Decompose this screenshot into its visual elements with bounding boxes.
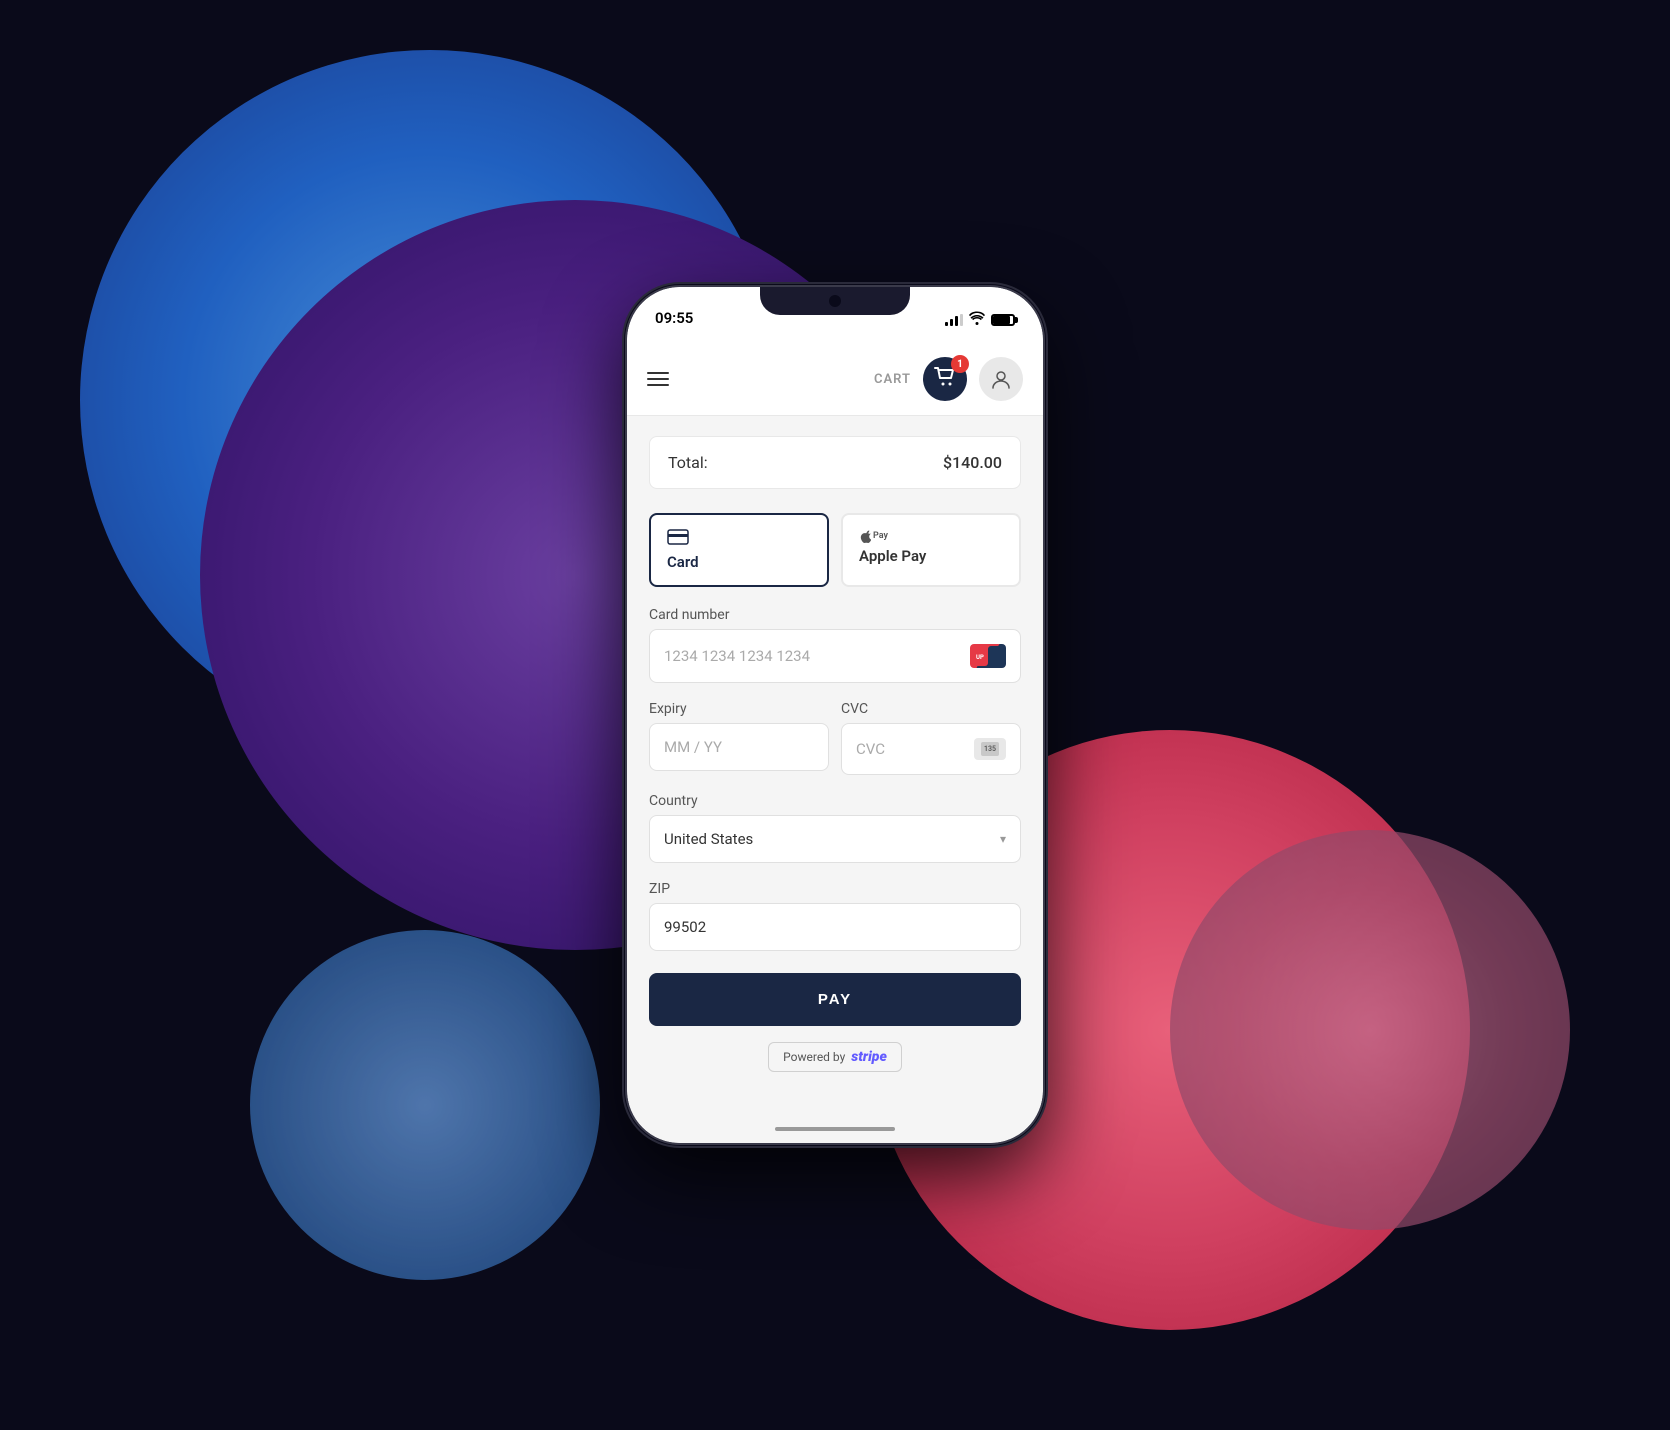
country-label: Country (649, 793, 1021, 809)
stripe-footer: Powered by stripe (649, 1042, 1021, 1072)
svg-text:UP: UP (976, 654, 984, 661)
cart-button[interactable]: 1 (923, 357, 967, 401)
cart-icon (934, 367, 956, 391)
front-camera (829, 295, 841, 307)
cart-label: CART (874, 372, 911, 387)
status-bar: 09:55 (627, 287, 1043, 347)
power-button (1043, 467, 1045, 547)
chevron-down-icon: ▾ (1000, 832, 1006, 846)
cvc-field-group: CVC CVC 135 (841, 701, 1021, 775)
card-number-label: Card number (649, 607, 1021, 623)
credit-card-icon (667, 529, 689, 549)
apple-pay-tab-label: Apple Pay (859, 547, 926, 565)
expiry-cvc-row: Expiry MM / YY CVC CVC 135 (649, 701, 1021, 793)
expiry-field-group: Expiry MM / YY (649, 701, 829, 775)
cvc-icon: 135 (974, 738, 1006, 760)
bg-blob-blue2 (250, 930, 600, 1280)
country-value: United States (664, 830, 753, 848)
status-time: 09:55 (655, 301, 693, 327)
cvc-input[interactable]: CVC 135 (841, 723, 1021, 775)
zip-label: ZIP (649, 881, 1021, 897)
wifi-icon (969, 311, 985, 329)
signal-icon (945, 314, 963, 326)
stripe-badge: Powered by stripe (768, 1042, 902, 1072)
user-account-button[interactable] (979, 357, 1023, 401)
total-row: Total: $140.00 (649, 436, 1021, 489)
battery-fill (993, 316, 1010, 324)
cart-area: CART 1 (874, 357, 1023, 401)
volume-up-button (625, 487, 627, 547)
apple-pay-logo: Pay (859, 529, 888, 543)
payment-method-tabs: Card Pay Apple Pay (649, 513, 1021, 587)
total-amount: $140.00 (943, 453, 1002, 472)
phone-screen: 09:55 (627, 287, 1043, 1143)
zip-value: 99502 (664, 918, 706, 936)
unionpay-icon: UP (970, 644, 1006, 668)
stripe-powered-label: Powered by (783, 1050, 845, 1064)
app-header: CART 1 (627, 347, 1043, 416)
bg-blob-pink2 (1170, 830, 1570, 1230)
status-icons (945, 301, 1015, 329)
card-number-input[interactable]: 1234 1234 1234 1234 UP (649, 629, 1021, 683)
card-number-field-group: Card number 1234 1234 1234 1234 UP (649, 607, 1021, 683)
country-field-group: Country United States ▾ (649, 793, 1021, 863)
home-indicator-area (627, 1119, 1043, 1143)
card-number-placeholder: 1234 1234 1234 1234 (664, 647, 810, 665)
zip-input[interactable]: 99502 (649, 903, 1021, 951)
battery-icon (991, 314, 1015, 326)
volume-down-button (625, 562, 627, 622)
card-tab[interactable]: Card (649, 513, 829, 587)
pay-button[interactable]: PAY (649, 973, 1021, 1026)
payment-content: Total: $140.00 Card (627, 416, 1043, 1119)
phone-frame: 09:55 (625, 285, 1045, 1145)
expiry-placeholder: MM / YY (664, 738, 722, 756)
apple-pay-tab[interactable]: Pay Apple Pay (841, 513, 1021, 587)
hamburger-menu-button[interactable] (647, 372, 669, 386)
stripe-logo: stripe (851, 1049, 887, 1065)
card-tab-label: Card (667, 553, 699, 571)
cvc-label: CVC (841, 701, 1021, 717)
zip-field-group: ZIP 99502 (649, 881, 1021, 951)
total-label: Total: (668, 453, 708, 472)
expiry-input[interactable]: MM / YY (649, 723, 829, 771)
country-dropdown[interactable]: United States ▾ (649, 815, 1021, 863)
phone-frame-wrapper: 09:55 (625, 285, 1045, 1145)
cvc-placeholder: CVC (856, 740, 885, 758)
notch (760, 287, 910, 315)
home-bar[interactable] (775, 1127, 895, 1131)
cart-badge: 1 (951, 355, 969, 373)
expiry-label: Expiry (649, 701, 829, 717)
mute-button (625, 427, 627, 467)
